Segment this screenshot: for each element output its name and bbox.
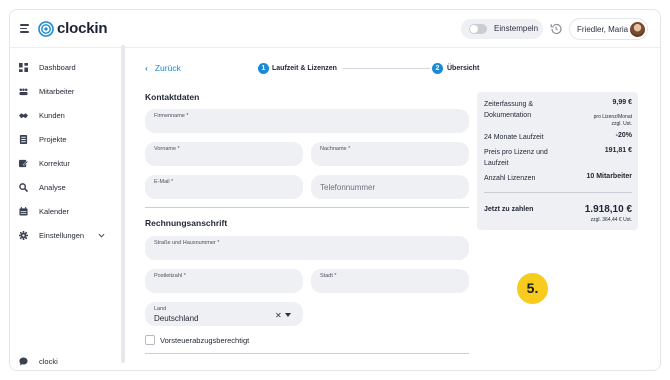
correction-icon	[19, 159, 28, 168]
user-name: Friedler, Maria	[577, 25, 629, 34]
summary-row: Preis pro Lizenz und Laufzeit 191,81 €	[484, 147, 632, 171]
toggle-switch[interactable]	[469, 24, 487, 34]
employees-icon	[19, 88, 28, 96]
step-1-label: Laufzeit & Lizenzen	[272, 65, 337, 72]
summary-subtext: pro Lizenz/Monat zzgl. Ust.	[593, 114, 632, 127]
sidebar-item-label: Projekte	[39, 135, 67, 144]
sidebar-item-projekte[interactable]: Projekte	[10, 130, 121, 150]
sidebar-item-label: Kunden	[39, 111, 65, 120]
last-name-field[interactable]: Nachname *	[311, 142, 469, 166]
vat-checkbox-label: Vorsteuerabzugsberechtigt	[160, 336, 250, 345]
country-select[interactable]: Land Deutschland ✕	[145, 302, 303, 326]
caret-down-icon[interactable]	[285, 313, 291, 317]
summary-value: -20%	[615, 132, 632, 139]
dashboard-icon	[19, 63, 28, 72]
sidebar-item-label: Mitarbeiter	[39, 87, 75, 96]
summary-label: Preis pro Lizenz und Laufzeit	[484, 149, 548, 167]
sidebar-item-label: Analyse	[39, 183, 66, 192]
summary-value: 191,81 €	[604, 147, 632, 154]
step-annotation-badge: 5.	[517, 273, 548, 304]
projects-icon	[19, 135, 28, 144]
step-2-indicator: 2	[432, 63, 443, 74]
clockin-logo-icon	[38, 21, 54, 37]
app-logo-text: clockin	[57, 20, 108, 37]
sidebar-item-clocki[interactable]: clocki	[10, 352, 121, 370]
step-connector	[343, 68, 430, 69]
summary-value: 9,99 €	[612, 99, 632, 106]
sidebar: Dashboard Mitarbeiter Kunden Projekte Ko…	[10, 48, 121, 370]
user-menu-button[interactable]: Friedler, Maria	[569, 18, 648, 40]
billing-section-title: Rechnungsanschrift	[145, 218, 228, 228]
clear-icon[interactable]: ✕	[275, 311, 282, 320]
first-name-label: Vorname *	[154, 146, 180, 152]
country-value: Deutschland	[154, 314, 199, 323]
sidebar-item-einstellungen[interactable]: Einstellungen	[10, 226, 121, 246]
summary-label: Anzahl Lizenzen	[484, 175, 536, 182]
street-field[interactable]: Straße und Hausnummer *	[145, 236, 469, 260]
back-button[interactable]: ‹ Zurück	[145, 63, 181, 73]
section-divider	[145, 207, 469, 208]
step-1-indicator: 1	[258, 63, 269, 74]
summary-label: 24 Monate Laufzeit	[484, 134, 544, 141]
section-divider	[145, 353, 469, 354]
history-icon[interactable]	[549, 22, 563, 36]
email-label: E-Mail *	[154, 179, 174, 185]
menu-icon[interactable]	[20, 24, 29, 33]
company-name-label: Firmenname *	[154, 113, 189, 119]
customers-icon	[19, 113, 28, 119]
summary-value: 10 Mitarbeiter	[586, 173, 632, 180]
step-2-label: Übersicht	[447, 65, 480, 72]
clockin-label: Einstempeln	[494, 24, 539, 33]
sidebar-scrollbar[interactable]	[121, 45, 125, 363]
analysis-icon	[19, 183, 28, 192]
chevron-left-icon: ‹	[145, 63, 148, 73]
company-name-field[interactable]: Firmenname *	[145, 109, 469, 133]
order-summary: Zeiterfassung & Dokumentation 9,99 € pro…	[477, 92, 638, 230]
sidebar-item-label: Korrektur	[39, 159, 70, 168]
sidebar-item-label: Kalender	[39, 207, 70, 216]
email-field[interactable]: E-Mail *	[145, 175, 303, 199]
sidebar-item-kunden[interactable]: Kunden	[10, 106, 121, 126]
sidebar-item-label: Einstellungen	[39, 231, 85, 240]
summary-label: Zeiterfassung & Dokumentation	[484, 101, 534, 119]
sidebar-item-kalender[interactable]: Kalender	[10, 202, 121, 222]
settings-icon	[19, 231, 28, 240]
calendar-icon	[19, 207, 28, 216]
back-label: Zurück	[154, 63, 181, 73]
summary-row: Anzahl Lizenzen 10 Mitarbeiter	[484, 173, 632, 185]
top-bar: clockin Einstempeln Friedler, Maria	[10, 10, 660, 48]
sidebar-item-dashboard[interactable]: Dashboard	[10, 58, 121, 78]
phone-placeholder: Telefonnummer	[320, 183, 376, 192]
sidebar-item-label: clocki	[39, 357, 58, 366]
summary-row: Zeiterfassung & Dokumentation 9,99 € pro…	[484, 99, 632, 129]
app-window: clockin Einstempeln Friedler, Maria Dash…	[9, 9, 661, 371]
contact-section-title: Kontaktdaten	[145, 92, 200, 102]
last-name-label: Nachname *	[320, 146, 351, 152]
vat-checkbox[interactable]	[145, 335, 155, 345]
city-label: Stadt *	[320, 273, 337, 279]
country-label: Land	[154, 306, 167, 312]
street-label: Straße und Hausnummer *	[154, 240, 220, 246]
sidebar-item-label: Dashboard	[39, 63, 76, 72]
total-label: Jetzt zu zahlen	[484, 206, 534, 213]
sidebar-item-analyse[interactable]: Analyse	[10, 178, 121, 198]
chevron-down-icon[interactable]	[98, 232, 105, 239]
total-value: 1.918,10 €	[584, 204, 632, 215]
sidebar-item-mitarbeiter[interactable]: Mitarbeiter	[10, 82, 121, 102]
phone-field[interactable]: Telefonnummer	[311, 175, 469, 199]
avatar	[630, 22, 645, 37]
total-subtext: zzgl. 364,44 € Ust.	[590, 217, 632, 223]
sidebar-item-korrektur[interactable]: Korrektur	[10, 154, 121, 174]
city-field[interactable]: Stadt *	[311, 269, 469, 293]
summary-row: 24 Monate Laufzeit -20%	[484, 132, 632, 144]
first-name-field[interactable]: Vorname *	[145, 142, 303, 166]
summary-divider	[484, 192, 632, 193]
chat-icon	[19, 357, 28, 366]
zip-field[interactable]: Postleitzahl *	[145, 269, 303, 293]
zip-label: Postleitzahl *	[154, 273, 186, 279]
clockin-toggle[interactable]: Einstempeln	[461, 19, 543, 39]
